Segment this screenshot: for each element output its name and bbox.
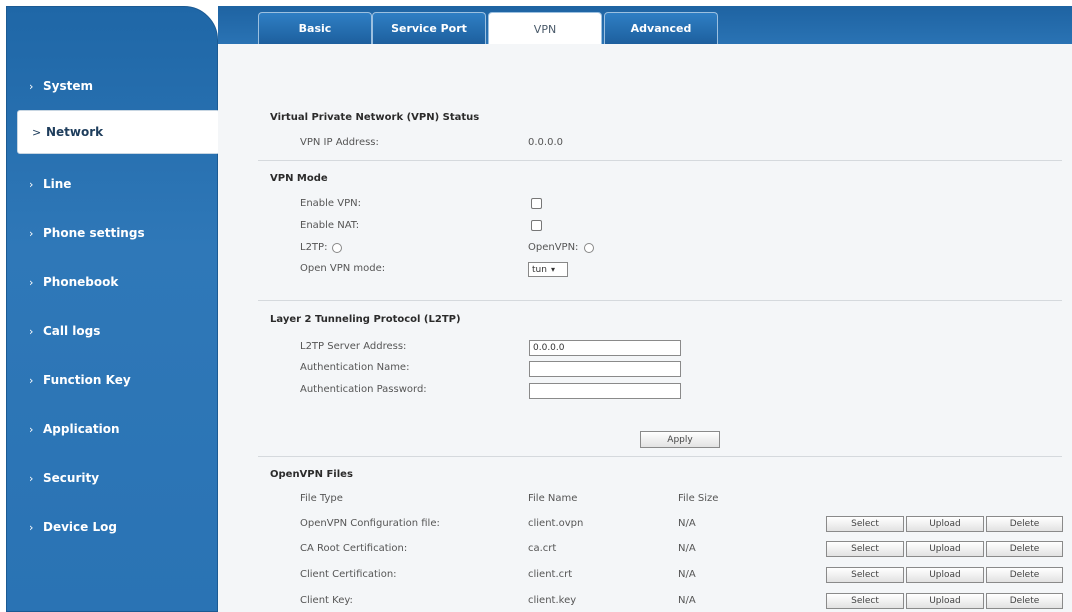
- upload-button[interactable]: Upload: [906, 516, 984, 532]
- sidebar-item-label: Phonebook: [43, 275, 119, 289]
- header-file-size: File Size: [678, 493, 719, 504]
- tab-service-port[interactable]: Service Port: [372, 12, 486, 44]
- auth-name-label: Authentication Name:: [300, 362, 410, 373]
- upload-button[interactable]: Upload: [906, 593, 984, 609]
- l2tp-section-title: Layer 2 Tunneling Protocol (L2TP): [270, 314, 461, 325]
- file-name-cell: client.ovpn: [528, 518, 584, 529]
- delete-button[interactable]: Delete: [986, 567, 1063, 583]
- enable-vpn-checkbox[interactable]: [531, 198, 542, 209]
- sidebar-item-label: Call logs: [43, 324, 101, 338]
- chevron-down-icon: ▾: [550, 265, 555, 274]
- vpn-status-title: Virtual Private Network (VPN) Status: [270, 112, 480, 123]
- divider: [258, 160, 1062, 161]
- file-size-cell: N/A: [678, 569, 696, 580]
- sidebar-item-label: Security: [43, 471, 100, 485]
- sidebar-item-security[interactable]: › Security: [7, 463, 219, 493]
- tab-basic[interactable]: Basic: [258, 12, 372, 44]
- sidebar-item-label: Network: [46, 125, 104, 139]
- auth-password-label: Authentication Password:: [300, 384, 427, 395]
- vpn-mode-title: VPN Mode: [270, 173, 328, 184]
- sidebar-item-label: Function Key: [43, 373, 131, 387]
- vpn-ip-value: 0.0.0.0: [528, 137, 563, 148]
- sidebar-item-device-log[interactable]: › Device Log: [7, 512, 219, 542]
- file-type-cell: CA Root Certification:: [300, 543, 408, 554]
- sidebar-item-phone-settings[interactable]: › Phone settings: [7, 218, 219, 248]
- open-vpn-mode-select[interactable]: tun ▾: [528, 262, 568, 277]
- file-type-cell: Client Certification:: [300, 569, 397, 580]
- chevron-right-icon: ›: [29, 177, 34, 191]
- delete-button[interactable]: Delete: [986, 593, 1063, 609]
- sidebar-item-call-logs[interactable]: › Call logs: [7, 316, 219, 346]
- chevron-right-icon: ›: [29, 275, 34, 289]
- chevron-right-icon: ›: [29, 324, 34, 338]
- sidebar-item-application[interactable]: › Application: [7, 414, 219, 444]
- header-file-name: File Name: [528, 493, 578, 504]
- sidebar-item-network[interactable]: > Network: [17, 110, 220, 154]
- sidebar-item-line[interactable]: › Line: [7, 169, 219, 199]
- upload-button[interactable]: Upload: [906, 541, 984, 557]
- select-button[interactable]: Select: [826, 593, 904, 609]
- header-file-type: File Type: [300, 493, 343, 504]
- divider: [258, 456, 1062, 457]
- chevron-right-icon: >: [32, 125, 42, 139]
- auth-name-input[interactable]: [529, 361, 681, 377]
- l2tp-server-label: L2TP Server Address:: [300, 341, 407, 352]
- file-size-cell: N/A: [678, 543, 696, 554]
- tab-advanced[interactable]: Advanced: [604, 12, 718, 44]
- auth-password-input[interactable]: [529, 383, 681, 399]
- sidebar: › System > Network › Line › Phone settin…: [6, 6, 220, 612]
- l2tp-server-input[interactable]: [529, 340, 681, 356]
- chevron-right-icon: ›: [29, 520, 34, 534]
- tab-bar: Basic Service Port VPN Advanced: [218, 6, 1072, 46]
- vpn-ip-label: VPN IP Address:: [300, 137, 379, 148]
- select-button[interactable]: Select: [826, 541, 904, 557]
- l2tp-radio[interactable]: [332, 243, 342, 253]
- chevron-right-icon: ›: [29, 226, 34, 240]
- tab-vpn[interactable]: VPN: [488, 12, 602, 46]
- open-vpn-mode-label: Open VPN mode:: [300, 263, 386, 274]
- sidebar-item-label: Device Log: [43, 520, 117, 534]
- file-name-cell: client.crt: [528, 569, 573, 580]
- select-button[interactable]: Select: [826, 567, 904, 583]
- openvpn-label: OpenVPN:: [528, 242, 579, 253]
- openvpn-radio[interactable]: [584, 243, 594, 253]
- apply-button[interactable]: Apply: [640, 431, 720, 448]
- enable-vpn-label: Enable VPN:: [300, 198, 361, 209]
- sidebar-item-label: Application: [43, 422, 120, 436]
- chevron-right-icon: ›: [29, 373, 34, 387]
- sidebar-item-label: Line: [43, 177, 72, 191]
- select-button[interactable]: Select: [826, 516, 904, 532]
- upload-button[interactable]: Upload: [906, 567, 984, 583]
- sidebar-item-function-key[interactable]: › Function Key: [7, 365, 219, 395]
- divider: [258, 300, 1062, 301]
- open-vpn-mode-value: tun: [532, 264, 547, 275]
- file-type-cell: OpenVPN Configuration file:: [300, 518, 440, 529]
- file-name-cell: client.key: [528, 595, 577, 606]
- sidebar-item-label: Phone settings: [43, 226, 145, 240]
- delete-button[interactable]: Delete: [986, 516, 1063, 532]
- delete-button[interactable]: Delete: [986, 541, 1063, 557]
- enable-nat-label: Enable NAT:: [300, 220, 360, 231]
- chevron-right-icon: ›: [29, 471, 34, 485]
- openvpn-files-title: OpenVPN Files: [270, 469, 353, 480]
- file-size-cell: N/A: [678, 518, 696, 529]
- file-type-cell: Client Key:: [300, 595, 353, 606]
- file-name-cell: ca.crt: [528, 543, 557, 554]
- sidebar-item-label: System: [43, 79, 93, 93]
- chevron-right-icon: ›: [29, 79, 34, 93]
- enable-nat-checkbox[interactable]: [531, 220, 542, 231]
- file-size-cell: N/A: [678, 595, 696, 606]
- l2tp-label: L2TP:: [300, 242, 328, 253]
- sidebar-item-system[interactable]: › System: [7, 71, 219, 101]
- chevron-right-icon: ›: [29, 422, 34, 436]
- sidebar-item-phonebook[interactable]: › Phonebook: [7, 267, 219, 297]
